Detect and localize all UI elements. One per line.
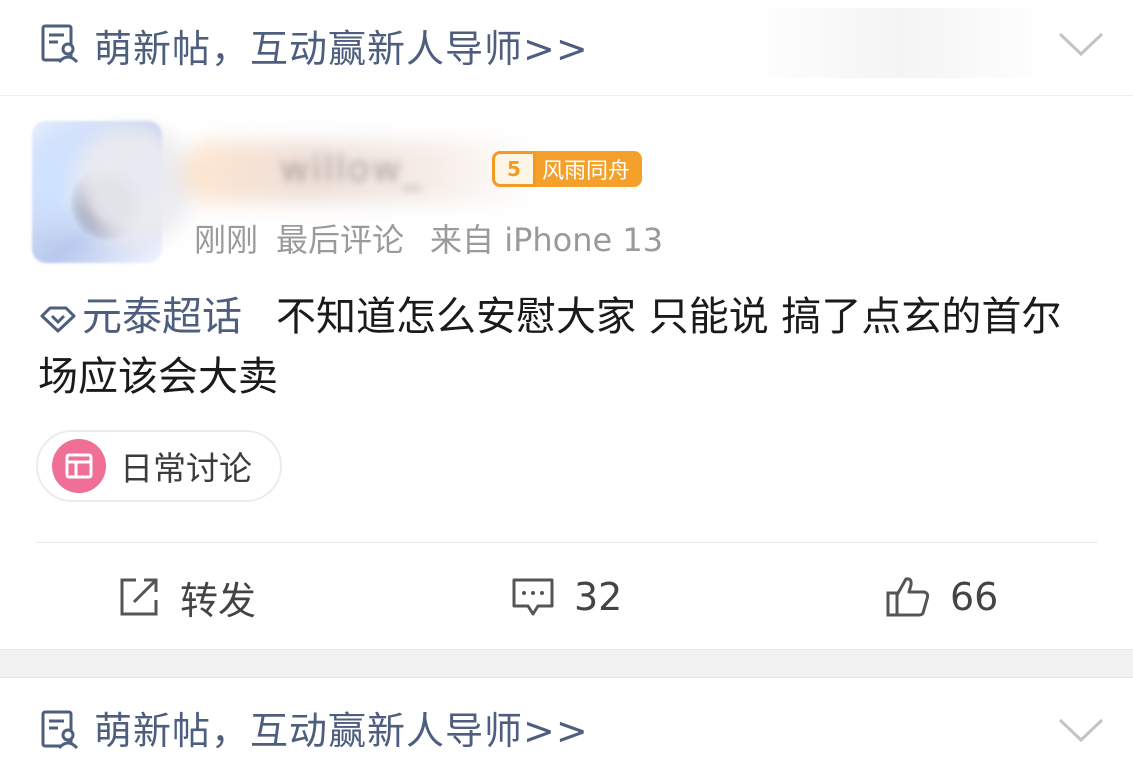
like-button[interactable]: 66 — [884, 567, 998, 627]
topic-link[interactable]: 元泰超话 — [38, 294, 276, 340]
chevron-down-icon[interactable] — [1056, 26, 1106, 60]
comment-count: 32 — [574, 575, 623, 619]
layout-icon — [52, 439, 106, 493]
like-count: 66 — [950, 575, 999, 619]
diamond-icon — [40, 306, 76, 333]
action-bar: 转发 32 66 — [0, 567, 1133, 627]
banner-text: 萌新帖，互动赢新人导师>> — [94, 27, 589, 71]
document-user-icon — [41, 710, 79, 750]
repost-button[interactable]: 转发 — [116, 567, 256, 627]
comment-button[interactable]: 32 — [510, 567, 622, 627]
fan-level-badge[interactable]: 5 风雨同舟 — [492, 151, 643, 187]
document-user-icon — [41, 24, 79, 64]
topic-label: 元泰超话 — [82, 294, 242, 340]
banner-highlight — [745, 8, 1055, 78]
newbie-banner[interactable]: 萌新帖，互动赢新人导师>> — [0, 0, 1133, 96]
banner-text: 萌新帖，互动赢新人导师>> — [94, 709, 589, 753]
share-icon — [120, 578, 158, 616]
divider — [36, 542, 1098, 543]
newbie-banner[interactable]: 萌新帖，互动赢新人导师>> — [0, 678, 1133, 774]
comment-icon — [512, 578, 554, 616]
badge-level: 5 — [492, 151, 536, 187]
section-gap — [0, 649, 1133, 678]
post-meta: 刚刚 最后评论 来自 iPhone 13 — [194, 215, 663, 261]
thumbs-up-icon — [886, 577, 930, 617]
category-tag[interactable]: 日常讨论 — [36, 430, 282, 502]
username[interactable]: willow_ — [280, 149, 423, 190]
chevron-down-icon[interactable] — [1056, 712, 1106, 746]
repost-label: 转发 — [180, 578, 257, 623]
post-content: 元泰超话 不知道怎么安慰大家 只能说 搞了点玄的首尔场应该会大卖 — [38, 287, 1098, 407]
badge-text: 风雨同舟 — [536, 151, 643, 187]
last-comment-label: 最后评论 — [276, 221, 405, 259]
post-card[interactable]: willow_ 5 风雨同舟 刚刚 最后评论 来自 iPhone 13 元泰超话… — [0, 97, 1133, 649]
tag-label: 日常讨论 — [120, 449, 252, 488]
post-time: 刚刚 — [194, 221, 259, 259]
post-source: 来自 iPhone 13 — [430, 221, 664, 259]
